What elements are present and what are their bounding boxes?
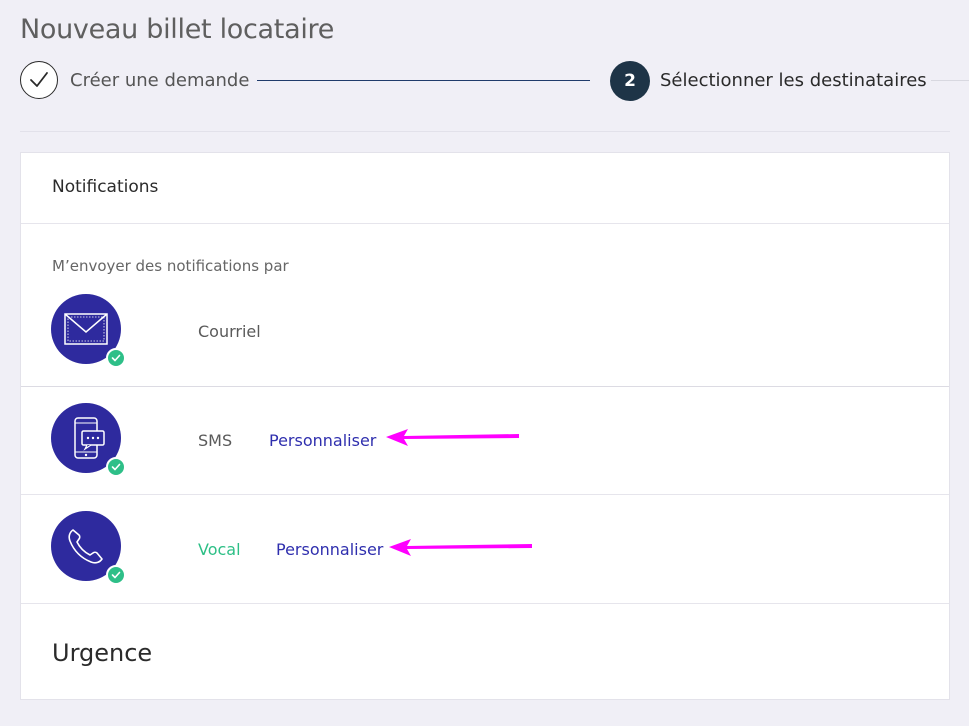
card-header: Notifications: [21, 153, 949, 224]
page-title: Nouveau billet locataire: [20, 14, 335, 45]
email-channel-label: Courriel: [198, 322, 261, 341]
channel-row-email: Courriel: [21, 283, 949, 387]
step-1-completed-indicator: [20, 61, 58, 99]
channel-row-voice: Vocal Personnaliser: [21, 495, 949, 604]
email-channel-toggle[interactable]: [51, 294, 126, 368]
step-connector: [257, 80, 590, 81]
step-2-indicator: 2: [610, 61, 650, 101]
check-badge-icon: [106, 457, 126, 477]
sms-customize-link[interactable]: Personnaliser: [269, 431, 376, 450]
stepper: Créer une demande 2 Sélectionner les des…: [20, 60, 969, 102]
divider: [20, 131, 950, 132]
check-badge-icon: [106, 565, 126, 585]
card-header-title: Notifications: [52, 177, 159, 197]
step-connector-next: [931, 80, 969, 81]
notifications-card: Notifications M’envoyer des notification…: [20, 152, 950, 700]
checkmark-icon: [30, 72, 48, 87]
check-badge-icon: [106, 348, 126, 368]
urgency-heading: Urgence: [52, 639, 153, 667]
sms-channel-label: SMS: [198, 431, 233, 450]
annotation-arrow-icon: [389, 539, 532, 556]
step-1-label[interactable]: Créer une demande: [70, 70, 249, 91]
voice-channel-toggle[interactable]: [51, 511, 126, 585]
step-2-label: Sélectionner les destinataires: [660, 70, 927, 91]
voice-channel-label: Vocal: [198, 540, 241, 559]
sms-channel-toggle[interactable]: [51, 403, 126, 477]
voice-customize-link[interactable]: Personnaliser: [276, 540, 383, 559]
channel-row-sms: SMS Personnaliser: [21, 387, 949, 495]
notifications-intro-text: M’envoyer des notifications par: [52, 257, 289, 275]
annotation-arrow-icon: [386, 429, 519, 446]
